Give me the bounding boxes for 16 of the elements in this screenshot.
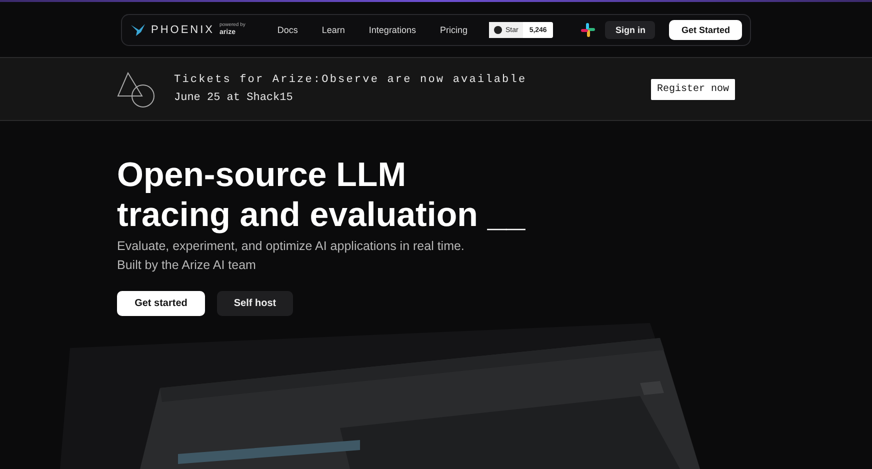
self-host-button[interactable]: Self host bbox=[217, 291, 293, 316]
banner-headline: Tickets for Arize:Observe are now available bbox=[174, 74, 527, 86]
sign-in-button[interactable]: Sign in bbox=[605, 21, 656, 39]
get-started-button[interactable]: Get started bbox=[117, 291, 205, 316]
slack-icon[interactable] bbox=[580, 23, 595, 37]
nav-link[interactable]: Docs bbox=[265, 25, 310, 35]
nav-link[interactable]: Integrations bbox=[356, 25, 428, 35]
brand-name[interactable]: PHOENIX bbox=[151, 24, 215, 36]
nav-link[interactable]: Learn bbox=[310, 25, 357, 35]
register-button[interactable]: Register now bbox=[650, 78, 735, 100]
bird-logo-icon bbox=[130, 23, 146, 37]
nav-link[interactable]: Pricing bbox=[428, 25, 480, 35]
banner-date: June 25 at Shack15 bbox=[174, 92, 294, 104]
hero-title: Open-source LLM tracing and evaluation __ bbox=[117, 155, 526, 235]
get-started-button[interactable]: Get Started bbox=[669, 20, 742, 40]
hero-subtitle: Evaluate, experiment, and optimize AI applications in real time. Built by the Arize AI team bbox=[117, 238, 466, 274]
